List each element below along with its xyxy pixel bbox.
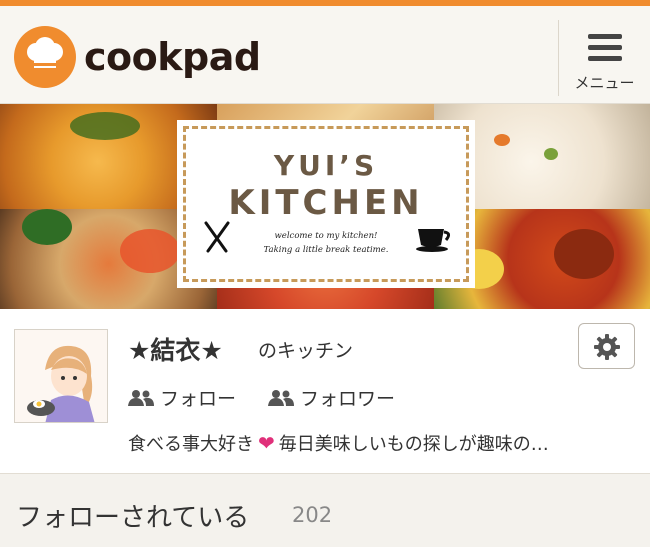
banner-title-line2: KITCHEN: [228, 183, 424, 223]
users-icon: [268, 389, 294, 406]
bio-text-end: 毎日美味しいもの探しが趣味の…: [278, 434, 549, 455]
banner-title-line1: YUI’S: [273, 149, 379, 182]
gear-icon: [594, 334, 620, 360]
section-title: フォローされている: [16, 503, 250, 533]
follow-label: フォロー: [160, 388, 237, 410]
banner-sign: YUI’S KITCHEN welcome to my kitchen! Tak…: [177, 120, 475, 288]
hamburger-menu-icon: [588, 34, 622, 61]
banner-subtitle-line2: Taking a little break teatime.: [263, 245, 389, 255]
bio-text-start: 食べる事大好き: [128, 434, 254, 455]
chef-hat-icon: [14, 26, 76, 88]
profile-card: ★結衣★ のキッチン フォロー フォロワー 食べる事大好き ❤ 毎日美味しいもの…: [0, 309, 650, 474]
profile-bio[interactable]: 食べる事大好き ❤ 毎日美味しいもの探しが趣味の…: [128, 430, 638, 456]
follower-label: フォロワー: [300, 388, 396, 410]
menu-label: メニュー: [574, 74, 635, 92]
follower-count: 202: [292, 503, 333, 527]
kitchen-suffix: のキッチン: [258, 340, 354, 362]
menu-button[interactable]: メニュー: [558, 20, 650, 96]
banner-subtitle-line1: welcome to my kitchen!: [274, 231, 378, 241]
site-header: cookpad メニュー: [0, 6, 650, 104]
logo-text: cookpad: [84, 35, 261, 79]
kitchen-banner: YUI’S KITCHEN welcome to my kitchen! Tak…: [0, 104, 650, 309]
teacup-icon: [416, 229, 451, 252]
followed-by-section[interactable]: フォローされている 202: [0, 476, 650, 547]
settings-button[interactable]: [578, 323, 635, 369]
cookpad-logo[interactable]: cookpad: [14, 26, 261, 88]
follower-link[interactable]: フォロワー: [268, 384, 395, 411]
avatar[interactable]: [14, 329, 108, 423]
users-icon: [128, 389, 154, 406]
kitchen-owner-name: ★結衣★: [128, 336, 223, 365]
follow-link[interactable]: フォロー: [128, 384, 236, 411]
heart-icon: ❤: [258, 431, 275, 455]
fork-icon: [204, 221, 230, 253]
